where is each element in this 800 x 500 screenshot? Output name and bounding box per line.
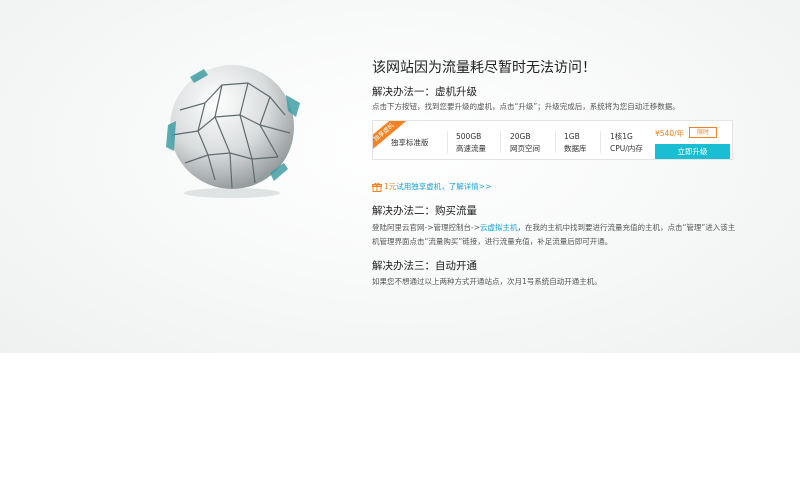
spec-value: 500GB — [456, 132, 482, 141]
solution-2: 解决办法二：购买流量 登陆阿里云官网->管理控制台->云虚拟主机，在我的主机中找… — [372, 204, 737, 249]
promo-price: 1元 — [384, 182, 397, 191]
plan-card: 独享虚机 独享标准版 500GB 高速流量 20GB 网页空间 1GB 数据库 … — [372, 120, 733, 160]
spec-value: 1GB — [564, 132, 580, 141]
cracked-globe-icon — [166, 65, 300, 198]
spec-label: CPU/内存 — [610, 144, 643, 153]
solution-2-title: 解决办法二：购买流量 — [372, 205, 477, 217]
spec-cpu: 1核1G CPU/内存 — [610, 131, 643, 155]
solution-2-desc-prefix: 登陆阿里云官网->管理控制台-> — [372, 223, 480, 232]
solution-1: 解决办法一：虚机升级 点击下方按钮，找到您要升级的虚机，点击“升级”；升级完成后… — [372, 85, 680, 114]
content-panel: 该网站因为流量耗尽暂时无法访问！ 解决办法一：虚机升级 点击下方按钮，找到您要升… — [372, 58, 752, 286]
solution-1-desc: 点击下方按钮，找到您要升级的虚机，点击“升级”；升级完成后，系统将为您自动迁移数… — [372, 102, 680, 111]
spec-divider — [555, 131, 556, 153]
spec-space: 20GB 网页空间 — [510, 131, 540, 155]
plan-name: 独享标准版 — [391, 138, 429, 147]
spec-value: 1核1G — [610, 132, 633, 141]
virtual-host-link[interactable]: 云虚拟主机 — [480, 223, 518, 232]
spec-label: 网页空间 — [510, 144, 540, 153]
promo-link[interactable]: 1元试用独享虚机，了解详情>> — [372, 181, 491, 193]
spec-divider — [447, 131, 448, 153]
spec-divider — [500, 131, 501, 153]
promo-text: 试用独享虚机，了解详情>> — [396, 182, 492, 191]
spec-label: 高速流量 — [456, 144, 486, 153]
solution-2-desc: 登陆阿里云官网->管理控制台->云虚拟主机，在我的主机中找到要进行流量充值的主机… — [372, 221, 737, 249]
limited-time-tag: 限时 — [689, 127, 717, 138]
hero-background — [0, 0, 800, 353]
gift-icon — [372, 182, 382, 192]
page-title: 该网站因为流量耗尽暂时无法访问！ — [372, 60, 596, 76]
solution-3-desc: 如果您不想通过以上两种方式开通站点，次月1号系统自动开通主机。 — [372, 277, 602, 286]
upgrade-button[interactable]: 立即升级 — [655, 144, 730, 159]
plan-price: ¥540/年 — [655, 129, 685, 138]
solution-3: 解决办法三：自动开通 如果您不想通过以上两种方式开通站点，次月1号系统自动开通主… — [372, 259, 737, 289]
spec-traffic: 500GB 高速流量 — [456, 131, 486, 155]
spec-label: 数据库 — [564, 144, 587, 153]
spec-value: 20GB — [510, 132, 531, 141]
spec-divider — [600, 131, 601, 153]
spec-database: 1GB 数据库 — [564, 131, 587, 155]
solution-3-title: 解决办法三：自动开通 — [372, 260, 477, 272]
solution-1-title: 解决办法一：虚机升级 — [372, 86, 477, 98]
